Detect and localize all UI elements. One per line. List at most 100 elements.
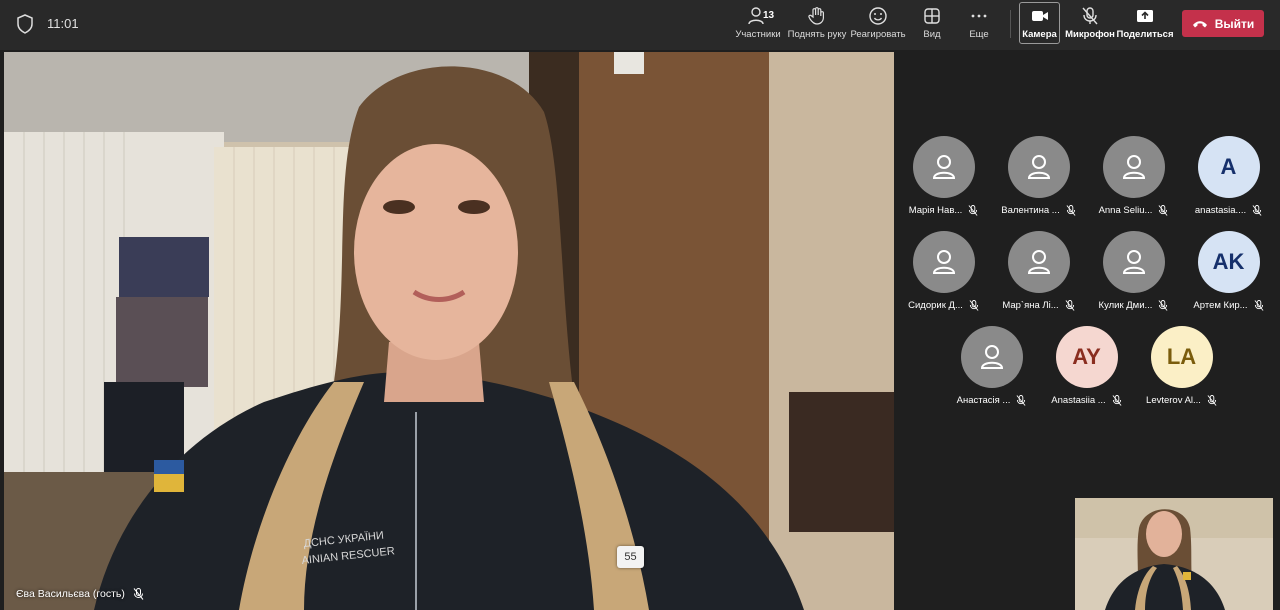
participant-avatar: AK — [1197, 231, 1260, 293]
microphone-label: Микрофон — [1065, 29, 1115, 40]
participant-avatar — [1102, 136, 1165, 198]
camera-button[interactable]: Камера — [1021, 6, 1058, 44]
participant-name-row: Anna Seliu... — [1099, 205, 1169, 216]
participant-name: Levterov Al... — [1146, 395, 1201, 406]
main-video-feed[interactable]: ДСНС УКРАЇНИ AINIAN RESCUER 55 Єва Васил… — [4, 52, 894, 610]
mic-off-icon — [1016, 395, 1026, 406]
participant-name: Кулик Дми... — [1098, 300, 1153, 311]
view-button[interactable]: Вид — [916, 6, 948, 44]
participant-name-row: Levterov Al... — [1146, 395, 1217, 406]
mic-off-icon — [1066, 205, 1076, 216]
view-label: Вид — [923, 29, 941, 40]
participant-name-row: Анастасія ... — [957, 395, 1027, 406]
participant-name: Сидорик Д... — [908, 300, 963, 311]
participant-avatar — [960, 326, 1023, 388]
raise-hand-button[interactable]: Поднять руку — [787, 6, 847, 44]
self-view-video[interactable] — [1075, 498, 1273, 610]
mic-off-icon — [1252, 205, 1262, 216]
meeting-toolbar: 11:01 13 Участники Поднять руку Реагиров… — [0, 0, 1280, 50]
participants-count: 13 — [763, 10, 775, 21]
participant-avatar: A — [1197, 136, 1260, 198]
person-icon — [932, 155, 955, 179]
participants-label: Участники — [735, 29, 781, 40]
video-camera-icon — [1031, 11, 1048, 21]
participant-avatar — [1102, 231, 1165, 293]
camera-label: Камера — [1022, 29, 1057, 40]
microphone-button[interactable]: Микрофон — [1065, 6, 1115, 44]
mic-off-icon — [969, 300, 979, 311]
mic-off-icon — [1065, 300, 1075, 311]
participant-name-row: Сидорик Д... — [908, 300, 979, 311]
participant-tile[interactable]: Aanastasia.... — [1181, 136, 1276, 224]
ellipsis-icon — [971, 14, 987, 18]
participant-name-row: Мар`яна Лі... — [1002, 300, 1075, 311]
participant-name: Марія Нав... — [908, 205, 963, 216]
react-button[interactable]: Реагировать — [850, 6, 906, 44]
more-button[interactable]: Еще — [963, 6, 995, 44]
microphone-muted-icon — [1082, 7, 1098, 25]
self-view-image — [1075, 498, 1273, 610]
participant-tile[interactable]: Anna Seliu... — [1086, 136, 1181, 224]
participant-avatar — [1007, 231, 1070, 293]
participant-name: Валентина ... — [1001, 205, 1060, 216]
participant-avatar: LA — [1150, 326, 1213, 388]
person-icon — [1122, 155, 1145, 179]
participant-avatar — [1007, 136, 1070, 198]
participant-tile[interactable]: LA Levterov Al... — [1134, 326, 1229, 414]
avatar-initials: A — [1220, 154, 1237, 179]
mic-off-icon — [968, 205, 978, 216]
person-icon — [932, 250, 955, 274]
participant-name-row: Anastasiia ... — [1051, 395, 1122, 406]
layout-grid-icon — [924, 8, 940, 24]
react-label: Реагировать — [850, 29, 906, 40]
person-icon — [1027, 155, 1050, 179]
avatar-initials: LA — [1166, 344, 1197, 369]
share-label: Поделиться — [1116, 29, 1174, 40]
participant-tile[interactable]: Кулик Дми... — [1086, 231, 1181, 319]
participant-avatar — [912, 231, 975, 293]
mic-off-icon — [1112, 395, 1122, 406]
raise-hand-label: Поднять руку — [787, 29, 847, 40]
participant-tile[interactable]: Валентина ... — [991, 136, 1086, 224]
mic-off-icon — [133, 588, 144, 600]
participants-button[interactable]: 13 Участники — [735, 6, 781, 44]
person-icon — [980, 345, 1003, 369]
share-screen-icon — [1137, 10, 1153, 22]
participant-tile[interactable]: AY Anastasiia ... — [1039, 326, 1134, 414]
participant-name: anastasia.... — [1194, 205, 1247, 216]
participant-avatar: AY — [1055, 326, 1118, 388]
participant-name: Мар`яна Лі... — [1002, 300, 1059, 311]
leave-button[interactable]: Выйти — [1182, 10, 1264, 37]
participant-tile[interactable]: Мар`яна Лі... — [991, 231, 1086, 319]
participant-name-row: Кулик Дми... — [1099, 300, 1169, 311]
shield-icon — [17, 14, 33, 34]
video-frame-image: ДСНС УКРАЇНИ AINIAN RESCUER — [4, 52, 894, 610]
toolbar-divider — [1010, 10, 1011, 38]
mic-off-icon — [1159, 300, 1168, 311]
participant-name-row: Артем Кир... — [1193, 300, 1264, 311]
speaker-name-text: Єва Васильєва (гость) — [16, 588, 125, 600]
participant-tile[interactable]: AK Артем Кир... — [1181, 231, 1276, 319]
smiley-icon — [869, 7, 887, 25]
participant-tile[interactable]: Анастасія ... — [944, 326, 1039, 414]
participant-name: Артем Кир... — [1193, 300, 1248, 311]
participant-name-row: Валентина ... — [1001, 205, 1076, 216]
participant-name-row: Марія Нав... — [909, 205, 979, 216]
participant-avatar — [912, 136, 975, 198]
leave-label: Выйти — [1214, 16, 1255, 31]
reaction-count-badge: 55 — [617, 546, 644, 568]
avatar-initials: AY — [1072, 344, 1101, 369]
participant-name: Анастасія ... — [956, 395, 1011, 406]
person-icon — [1122, 250, 1145, 274]
participant-name: Anastasiia ... — [1051, 395, 1106, 406]
participant-name-row: anastasia.... — [1195, 205, 1262, 216]
participant-tile[interactable]: Марія Нав... — [896, 136, 991, 224]
share-button[interactable]: Поделиться — [1117, 6, 1174, 44]
meeting-timer: 11:01 — [47, 16, 79, 31]
participant-tile[interactable]: Сидорик Д... — [896, 231, 991, 319]
mic-off-icon — [1254, 300, 1264, 311]
participant-name: Anna Seliu... — [1098, 205, 1153, 216]
hand-icon — [808, 7, 824, 25]
mic-off-icon — [1158, 205, 1168, 216]
more-label: Еще — [969, 29, 989, 40]
